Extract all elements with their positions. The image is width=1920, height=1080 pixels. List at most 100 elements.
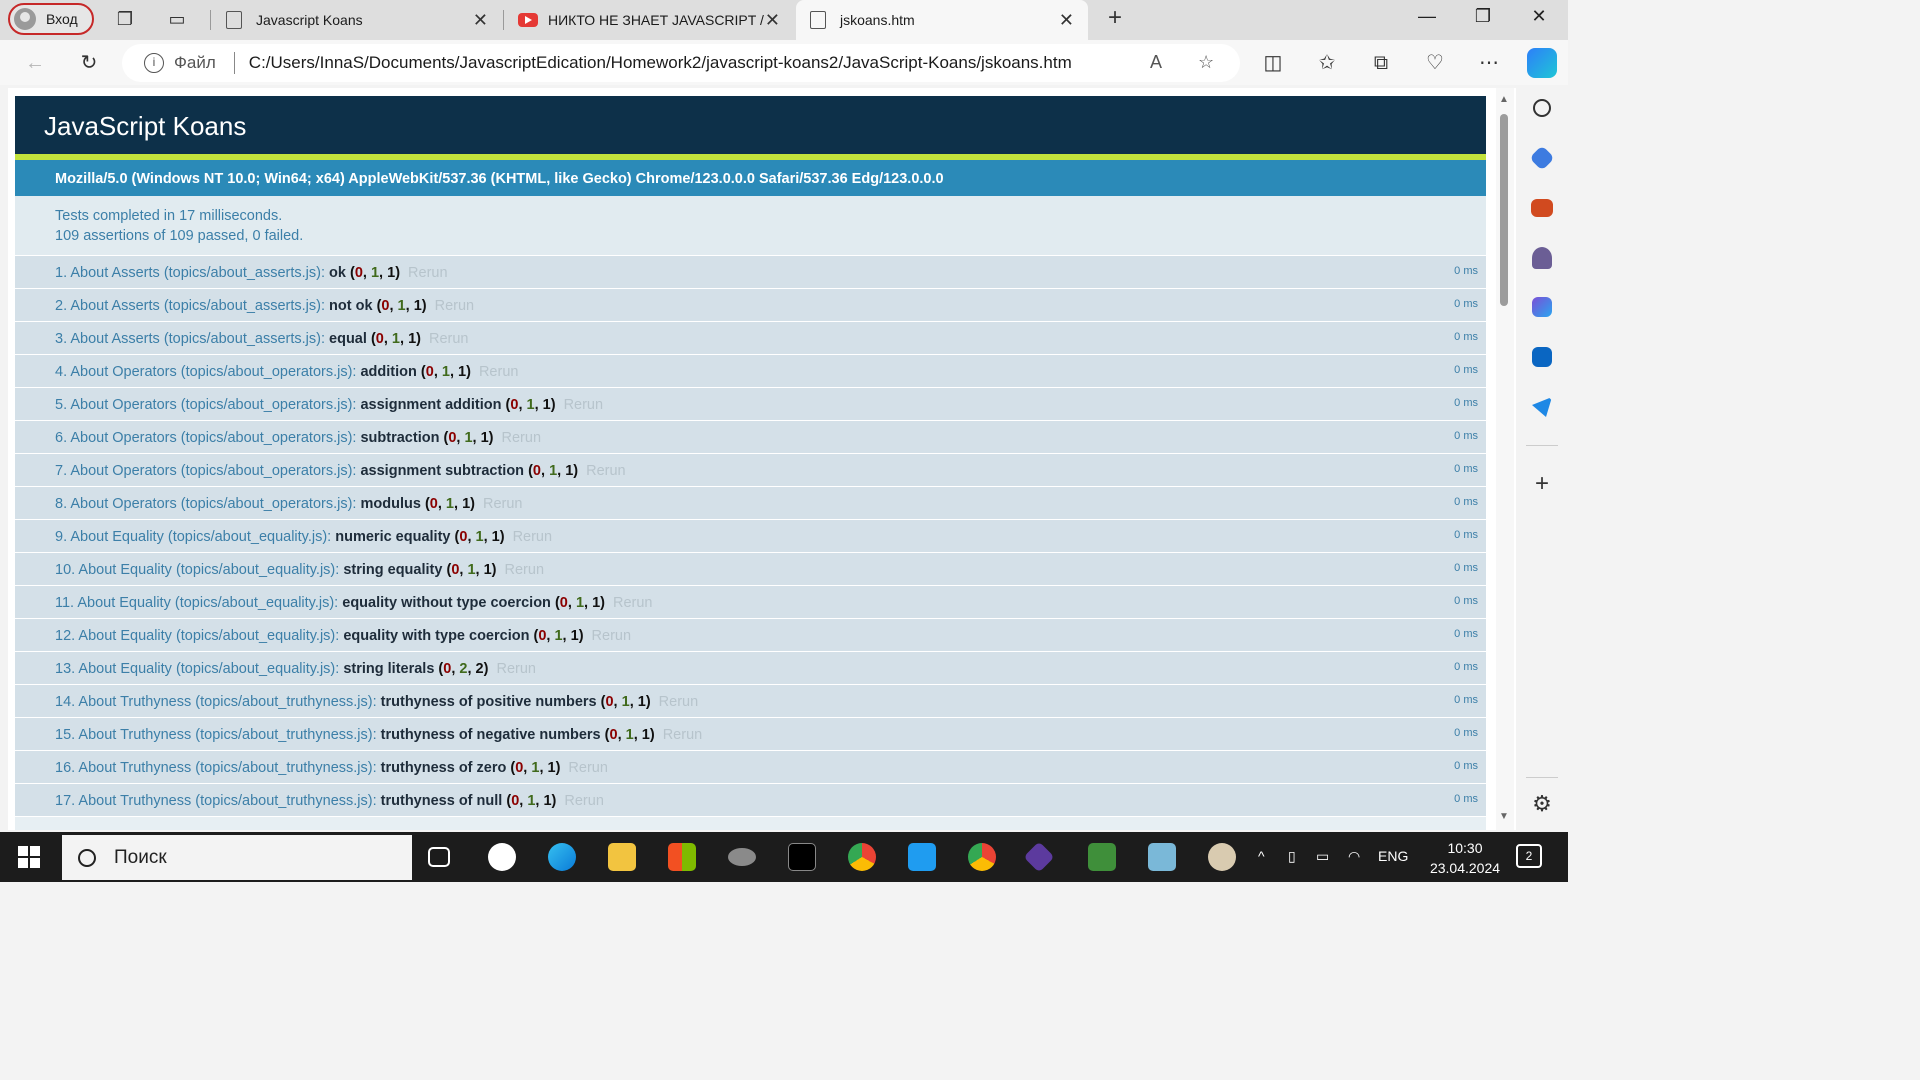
address-bar[interactable]: i Файл C:/Users/InnaS/Documents/Javascri…: [122, 44, 1240, 82]
chrome-icon[interactable]: [848, 843, 876, 871]
test-module[interactable]: About Operators (topics/about_operators.…: [70, 430, 356, 446]
rerun-link[interactable]: Rerun: [564, 397, 604, 413]
rerun-link[interactable]: Rerun: [479, 364, 519, 380]
test-name[interactable]: equality without type coercion: [342, 595, 551, 611]
rerun-link[interactable]: Rerun: [435, 298, 475, 314]
edge-icon[interactable]: [548, 843, 576, 871]
rerun-link[interactable]: Rerun: [564, 793, 604, 809]
microsoft-store-icon[interactable]: [668, 843, 696, 871]
test-row[interactable]: 17. About Truthyness (topics/about_truth…: [15, 784, 1486, 817]
test-module[interactable]: About Operators (topics/about_operators.…: [70, 463, 356, 479]
test-module[interactable]: About Operators (topics/about_operators.…: [70, 364, 356, 380]
test-module[interactable]: About Truthyness (topics/about_truthynes…: [78, 727, 376, 743]
test-name[interactable]: string literals: [343, 661, 434, 677]
test-name[interactable]: assignment subtraction: [360, 463, 524, 479]
git-gui-icon[interactable]: [1023, 841, 1055, 873]
profile-button[interactable]: Вход: [8, 3, 94, 35]
restore-icon[interactable]: ❐: [1468, 6, 1498, 27]
more-options-icon[interactable]: ⋯: [1476, 50, 1502, 76]
test-name[interactable]: truthyness of null: [381, 793, 503, 809]
test-module[interactable]: About Truthyness (topics/about_truthynes…: [78, 694, 376, 710]
test-name[interactable]: addition: [360, 364, 416, 380]
rerun-link[interactable]: Rerun: [496, 661, 536, 677]
battery-icon[interactable]: ▭: [1316, 848, 1329, 865]
search-icon[interactable]: [1533, 99, 1551, 117]
paint-icon[interactable]: [1208, 843, 1236, 871]
test-name[interactable]: numeric equality: [335, 529, 450, 545]
scrollbar-thumb[interactable]: [1500, 114, 1508, 306]
test-row[interactable]: 9. About Equality (topics/about_equality…: [15, 520, 1486, 553]
test-row[interactable]: 16. About Truthyness (topics/about_truth…: [15, 751, 1486, 784]
rerun-link[interactable]: Rerun: [513, 529, 553, 545]
tab-actions-icon[interactable]: ▭: [166, 8, 188, 30]
test-row[interactable]: 15. About Truthyness (topics/about_truth…: [15, 718, 1486, 751]
send-icon[interactable]: [1532, 397, 1552, 417]
read-aloud-icon[interactable]: A: [1150, 52, 1162, 73]
rerun-link[interactable]: Rerun: [408, 265, 448, 281]
yandex-browser-icon[interactable]: [488, 843, 516, 871]
rerun-link[interactable]: Rerun: [483, 496, 523, 512]
test-module[interactable]: About Equality (topics/about_equality.js…: [78, 562, 339, 578]
test-module[interactable]: About Asserts (topics/about_asserts.js):: [70, 298, 325, 314]
language-indicator[interactable]: ENG: [1378, 848, 1408, 864]
games-icon[interactable]: [1532, 247, 1552, 269]
scroll-up-icon[interactable]: ▲: [1499, 94, 1509, 105]
test-row[interactable]: 7. About Operators (topics/about_operato…: [15, 454, 1486, 487]
rerun-link[interactable]: Rerun: [659, 694, 699, 710]
close-tab-icon[interactable]: ✕: [765, 10, 780, 31]
test-row[interactable]: 12. About Equality (topics/about_equalit…: [15, 619, 1486, 652]
scroll-down-icon[interactable]: ▼: [1499, 811, 1509, 822]
test-name[interactable]: string equality: [343, 562, 442, 578]
workspaces-icon[interactable]: ❐: [114, 8, 136, 30]
test-row[interactable]: 11. About Equality (topics/about_equalit…: [15, 586, 1486, 619]
copilot-icon[interactable]: [1527, 48, 1557, 78]
back-icon[interactable]: ←: [22, 50, 48, 76]
test-row[interactable]: 2. About Asserts (topics/about_asserts.j…: [15, 289, 1486, 322]
test-row[interactable]: 4. About Operators (topics/about_operato…: [15, 355, 1486, 388]
vertical-scrollbar[interactable]: ▲ ▼: [1496, 88, 1514, 830]
test-module[interactable]: About Operators (topics/about_operators.…: [70, 496, 356, 512]
rerun-link[interactable]: Rerun: [592, 628, 632, 644]
microsoft-365-icon[interactable]: [1532, 297, 1552, 317]
test-module[interactable]: About Truthyness (topics/about_truthynes…: [78, 793, 376, 809]
new-tab-icon[interactable]: +: [1104, 6, 1126, 30]
notification-center-icon[interactable]: 2: [1516, 844, 1542, 868]
test-name[interactable]: modulus: [360, 496, 420, 512]
address-url[interactable]: C:/Users/InnaS/Documents/JavascriptEdica…: [249, 53, 1072, 73]
rerun-link[interactable]: Rerun: [505, 562, 545, 578]
test-name[interactable]: truthyness of negative numbers: [381, 727, 601, 743]
test-name[interactable]: subtraction: [360, 430, 439, 446]
test-row[interactable]: 6. About Operators (topics/about_operato…: [15, 421, 1486, 454]
taskbar-clock[interactable]: 10:30 23.04.2024: [1420, 838, 1510, 878]
tab-jskoans[interactable]: jskoans.htm ✕: [796, 0, 1088, 40]
favorite-star-icon[interactable]: ☆: [1198, 52, 1214, 73]
rerun-link[interactable]: Rerun: [586, 463, 626, 479]
tab-youtube[interactable]: НИКТО НЕ ЗНАЕТ JAVASCRIPT / ✕: [504, 0, 794, 40]
favorites-icon[interactable]: ✩: [1314, 50, 1340, 76]
shopping-tag-icon[interactable]: [1529, 145, 1555, 171]
collections-icon[interactable]: ⧉: [1368, 50, 1394, 76]
test-module[interactable]: About Asserts (topics/about_asserts.js):: [70, 331, 325, 347]
test-module[interactable]: About Equality (topics/about_equality.js…: [70, 529, 331, 545]
show-hidden-icons-chevron[interactable]: ^: [1258, 848, 1265, 864]
taskbar-search[interactable]: Поиск: [62, 835, 412, 880]
test-row[interactable]: 5. About Operators (topics/about_operato…: [15, 388, 1486, 421]
test-module[interactable]: About Equality (topics/about_equality.js…: [78, 661, 339, 677]
test-module[interactable]: About Asserts (topics/about_asserts.js):: [70, 265, 325, 281]
wifi-icon[interactable]: ◠: [1348, 848, 1360, 865]
minimize-icon[interactable]: —: [1412, 6, 1442, 27]
file-explorer-icon[interactable]: [608, 843, 636, 871]
rerun-link[interactable]: Rerun: [568, 760, 608, 776]
rerun-link[interactable]: Rerun: [613, 595, 653, 611]
terminal-icon[interactable]: [788, 843, 816, 871]
info-icon[interactable]: i: [144, 53, 164, 73]
close-tab-icon[interactable]: ✕: [473, 10, 488, 31]
rerun-link[interactable]: Rerun: [663, 727, 703, 743]
notepad-icon[interactable]: [1148, 843, 1176, 871]
rerun-link[interactable]: Rerun: [502, 430, 542, 446]
test-row[interactable]: 1. About Asserts (topics/about_asserts.j…: [15, 256, 1486, 289]
test-name[interactable]: assignment addition: [360, 397, 501, 413]
device-icon[interactable]: ▯: [1288, 848, 1296, 865]
task-view-icon[interactable]: [428, 847, 450, 867]
refresh-icon[interactable]: ↻: [76, 50, 102, 76]
